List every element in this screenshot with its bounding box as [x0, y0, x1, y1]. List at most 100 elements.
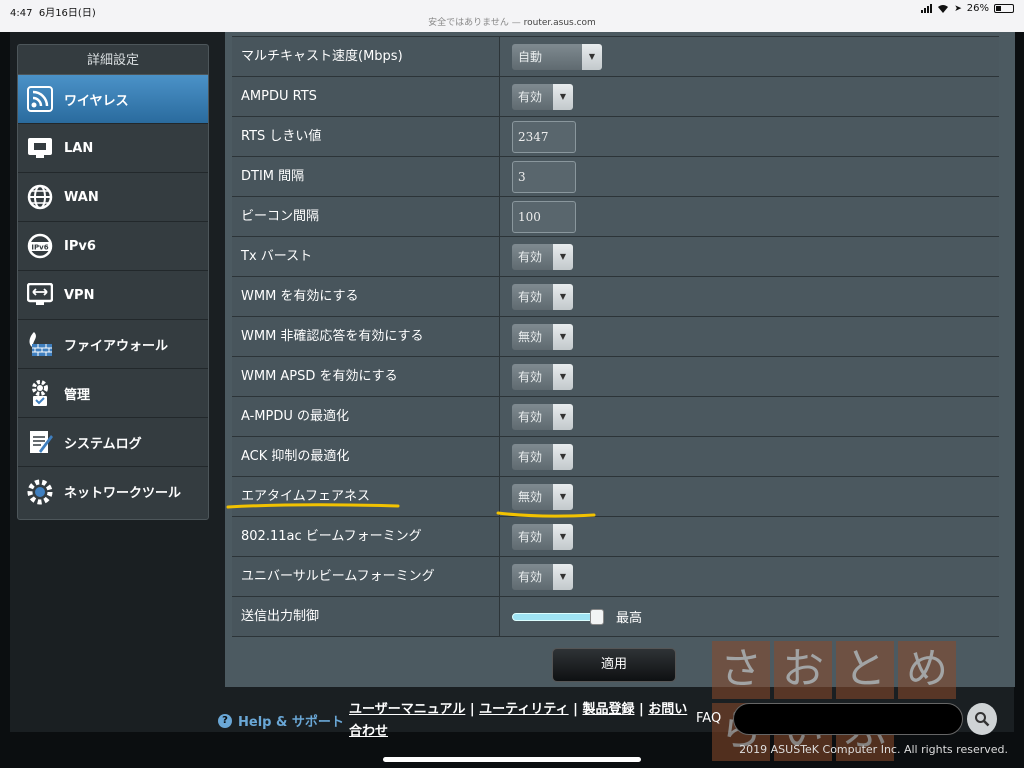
setting-select[interactable]: 有効 ▼	[512, 83, 573, 110]
setting-select[interactable]: 無効 ▼	[512, 483, 573, 510]
setting-label: A-MPDU の最適化	[232, 397, 500, 436]
tx-power-slider[interactable]	[512, 608, 604, 625]
chevron-down-icon: ▼	[553, 403, 573, 430]
sidebar-item-firewall[interactable]: ファイアウォール	[18, 320, 208, 369]
slider-track	[512, 612, 602, 621]
setting-select[interactable]: 無効 ▼	[512, 323, 573, 350]
select-value: 有効	[512, 243, 553, 270]
select-value: 自動	[512, 43, 582, 70]
setting-label: Tx バースト	[232, 237, 500, 276]
setting-select[interactable]: 有効 ▼	[512, 563, 573, 590]
utility-link[interactable]: ユーティリティ	[479, 702, 568, 717]
log-icon	[26, 428, 54, 456]
cellular-signal-icon	[921, 4, 933, 13]
product-registration-link[interactable]: 製品登録	[582, 702, 634, 717]
sidebar-item-label: システムログ	[64, 436, 142, 452]
setting-text-input[interactable]: 3	[512, 160, 576, 193]
sidebar-item-ipv6[interactable]: IPv6 IPv6	[18, 222, 208, 271]
setting-text-input[interactable]: 2347	[512, 120, 576, 153]
setting-value-cell: 有効 ▼	[500, 277, 999, 316]
setting-label: RTS しきい値	[232, 117, 500, 156]
sidebar-item-label: WAN	[64, 189, 99, 205]
setting-row: DTIM 間隔 3	[232, 157, 999, 197]
setting-value-cell: 100	[500, 197, 999, 236]
apply-button[interactable]: 適用	[552, 648, 676, 682]
admin-gear-icon	[26, 379, 54, 407]
advanced-settings-sidebar: 詳細設定 ワイヤレス LAN WAN IPv6 IPv6 VPN ファイアウォー…	[17, 44, 209, 520]
sidebar-item-system-log[interactable]: システムログ	[18, 418, 208, 467]
watermark-tile: さ	[712, 641, 770, 699]
slider-thumb[interactable]	[590, 608, 604, 625]
select-value: 有効	[512, 403, 553, 430]
setting-text-input[interactable]: 100	[512, 200, 576, 233]
lan-icon	[26, 134, 54, 162]
sidebar-item-lan[interactable]: LAN	[18, 124, 208, 173]
setting-select[interactable]: 有効 ▼	[512, 243, 573, 270]
battery-icon	[994, 4, 1014, 13]
status-icons: ➤ 26%	[921, 3, 1014, 14]
sidebar-item-label: VPN	[64, 287, 95, 303]
faq-search-input[interactable]	[733, 703, 963, 735]
setting-select[interactable]: 有効 ▼	[512, 363, 573, 390]
sidebar-item-wireless[interactable]: ワイヤレス	[18, 75, 208, 124]
wireless-settings-table: マルチキャスト速度(Mbps) 自動 ▼ AMPDU RTS 有効 ▼ RTS しきい値 23…	[232, 36, 999, 637]
sidebar-item-network-tools[interactable]: ネットワークツール	[18, 467, 208, 516]
setting-value-cell: 有効 ▼	[500, 357, 999, 396]
chevron-down-icon: ▼	[553, 363, 573, 390]
setting-select[interactable]: 有効 ▼	[512, 443, 573, 470]
setting-label: DTIM 間隔	[232, 157, 500, 196]
select-value: 有効	[512, 363, 553, 390]
setting-row: 送信出力制御 最高	[232, 597, 999, 637]
sidebar-item-label: 管理	[64, 387, 91, 403]
setting-value-cell: 有効 ▼	[500, 397, 999, 436]
setting-label: ACK 抑制の最適化	[232, 437, 500, 476]
chevron-down-icon: ▼	[553, 563, 573, 590]
help-question-icon: ?	[218, 713, 232, 728]
setting-select[interactable]: 有効 ▼	[512, 403, 573, 430]
setting-value-cell: 有効 ▼	[500, 517, 999, 556]
setting-value-cell: 有効 ▼	[500, 77, 999, 116]
sidebar-item-administration[interactable]: 管理	[18, 369, 208, 418]
chevron-down-icon: ▼	[582, 43, 602, 70]
security-warning-text: 安全ではありません —	[428, 18, 521, 28]
setting-select[interactable]: 有効 ▼	[512, 523, 573, 550]
setting-row: WMM 非確認応答を有効にする 無効 ▼	[232, 317, 999, 357]
select-value: 有効	[512, 83, 553, 110]
setting-row: WMM APSD を有効にする 有効 ▼	[232, 357, 999, 397]
sidebar-item-vpn[interactable]: VPN	[18, 271, 208, 320]
setting-label: 802.11ac ビームフォーミング	[232, 517, 500, 556]
setting-row: AMPDU RTS 有効 ▼	[232, 77, 999, 117]
sidebar-item-wan[interactable]: WAN	[18, 173, 208, 222]
select-value: 有効	[512, 443, 553, 470]
setting-row: RTS しきい値 2347	[232, 117, 999, 157]
setting-value-cell: 無効 ▼	[500, 477, 999, 516]
copyright-text: 2019 ASUSTeK Computer Inc. All rights re…	[739, 743, 1008, 756]
setting-value-cell: 有効 ▼	[500, 437, 999, 476]
setting-select[interactable]: 有効 ▼	[512, 283, 573, 310]
location-arrow-icon: ➤	[954, 3, 962, 14]
user-manual-link[interactable]: ユーザーマニュアル	[349, 702, 465, 717]
sidebar-title: 詳細設定	[18, 45, 208, 75]
chevron-down-icon: ▼	[553, 323, 573, 350]
setting-select[interactable]: 自動 ▼	[512, 43, 602, 70]
setting-value-cell: 2347	[500, 117, 999, 156]
home-indicator[interactable]	[383, 757, 641, 762]
chevron-down-icon: ▼	[553, 483, 573, 510]
setting-label: マルチキャスト速度(Mbps)	[232, 37, 500, 76]
ipv6-icon: IPv6	[26, 232, 54, 260]
search-icon	[975, 712, 990, 727]
help-support-link[interactable]: ? Help & サポート	[218, 711, 344, 730]
setting-label: ユニバーサルビームフォーミング	[232, 557, 500, 596]
search-button[interactable]	[967, 703, 997, 735]
setting-value-cell: 有効 ▼	[500, 557, 999, 596]
chevron-down-icon: ▼	[553, 83, 573, 110]
setting-row: Tx バースト 有効 ▼	[232, 237, 999, 277]
watermark-tile: め	[898, 641, 956, 699]
setting-row: WMM を有効にする 有効 ▼	[232, 277, 999, 317]
setting-value-cell: 3	[500, 157, 999, 196]
setting-label: WMM を有効にする	[232, 277, 500, 316]
address-bar[interactable]: 安全ではありません — router.asus.com	[0, 15, 1024, 28]
footer-links: ユーザーマニュアル | ユーティリティ | 製品登録 | お問い合わせ	[349, 702, 688, 739]
sidebar-item-label: ワイヤレス	[64, 93, 129, 109]
select-value: 有効	[512, 283, 553, 310]
